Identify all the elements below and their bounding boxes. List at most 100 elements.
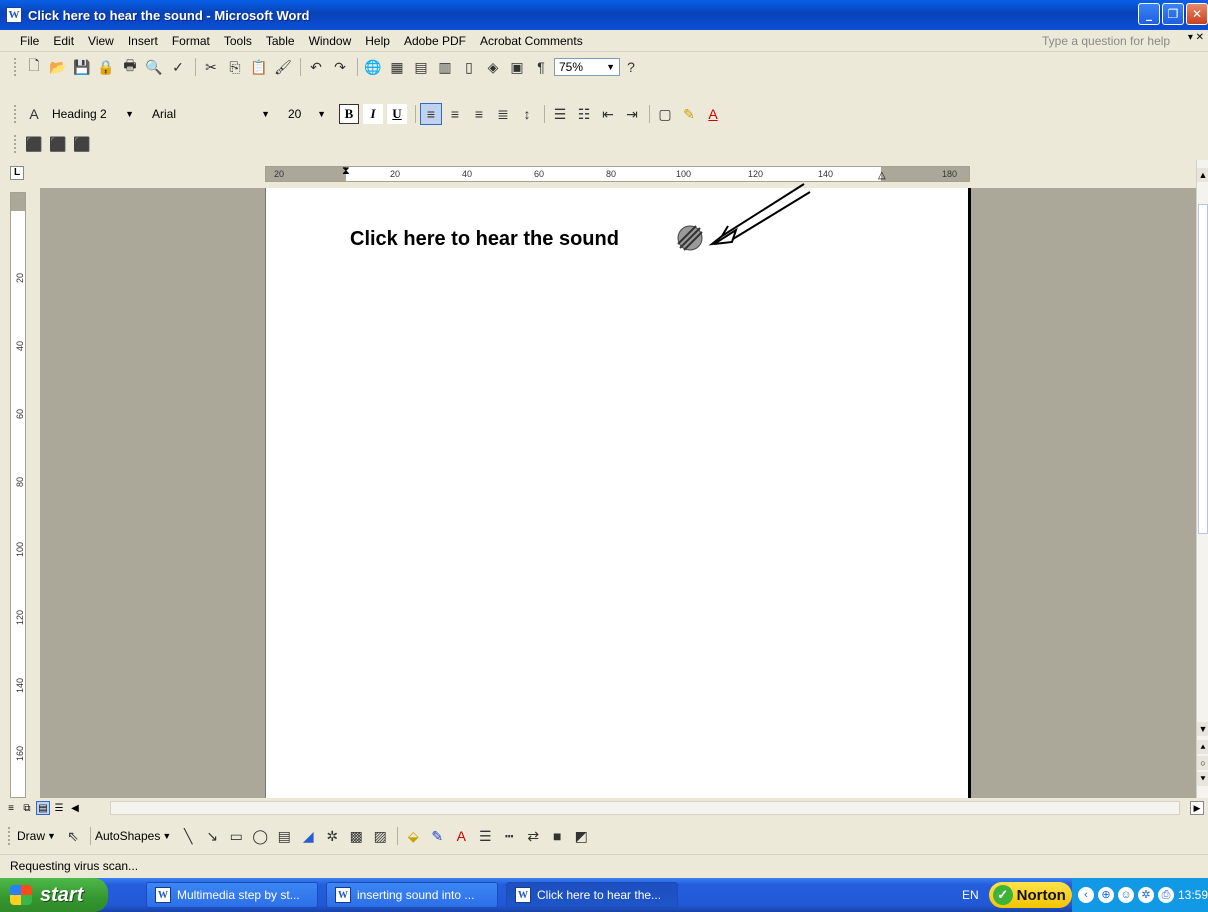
- print-preview-icon[interactable]: 🔍: [143, 56, 165, 78]
- print-layout-icon[interactable]: ▤: [36, 801, 50, 815]
- insert-excel-icon[interactable]: ▥: [434, 56, 456, 78]
- font-color-icon[interactable]: A: [450, 825, 472, 847]
- font-color-icon[interactable]: A: [702, 103, 724, 125]
- 3d-style-icon[interactable]: ◩: [570, 825, 592, 847]
- toolbar-grip[interactable]: [14, 135, 17, 153]
- align-left-icon[interactable]: ≡: [420, 103, 442, 125]
- update-icon[interactable]: ✲: [1137, 887, 1154, 903]
- spelling-icon[interactable]: ✓: [167, 56, 189, 78]
- toolbar-grip[interactable]: [14, 58, 17, 76]
- italic-button[interactable]: I: [363, 104, 383, 124]
- language-indicator[interactable]: EN: [962, 888, 979, 902]
- toolbar-grip[interactable]: [8, 827, 11, 845]
- columns-icon[interactable]: ▯: [458, 56, 480, 78]
- zoom-select[interactable]: 75% ▼: [554, 58, 620, 76]
- tab-selector-icon[interactable]: L: [10, 166, 24, 180]
- insert-picture-icon[interactable]: ▨: [369, 825, 391, 847]
- copy-icon[interactable]: ⎘: [224, 56, 246, 78]
- taskbar-item-inserting-sound[interactable]: W inserting sound into ...: [326, 882, 498, 908]
- select-browse-object-icon[interactable]: ○: [1197, 756, 1208, 770]
- menu-view[interactable]: View: [88, 34, 114, 48]
- tables-borders-icon[interactable]: ▦: [386, 56, 408, 78]
- menu-table[interactable]: Table: [266, 34, 295, 48]
- document-page[interactable]: Click here to hear the sound: [265, 183, 971, 798]
- toolbar-grip[interactable]: [14, 105, 17, 123]
- print-icon[interactable]: 🖶: [119, 56, 141, 78]
- convert-and-review-icon[interactable]: ⬛: [71, 133, 93, 155]
- format-painter-icon[interactable]: 🖌: [272, 56, 294, 78]
- menu-acrobat-comments[interactable]: Acrobat Comments: [480, 34, 583, 48]
- word-doc-icon[interactable]: W: [6, 7, 22, 23]
- justify-icon[interactable]: ≣: [492, 103, 514, 125]
- font-size-select[interactable]: 20 ▼: [283, 105, 331, 123]
- line-icon[interactable]: ╲: [177, 825, 199, 847]
- align-right-icon[interactable]: ≡: [468, 103, 490, 125]
- save-icon[interactable]: 💾: [71, 56, 93, 78]
- open-icon[interactable]: 📂: [47, 56, 69, 78]
- previous-page-icon[interactable]: ⯅: [1197, 740, 1208, 754]
- line-style-icon[interactable]: ☰: [474, 825, 496, 847]
- printer-icon[interactable]: ⎙: [1157, 887, 1174, 903]
- wordart-icon[interactable]: ◢: [297, 825, 319, 847]
- redo-icon[interactable]: ↷: [329, 56, 351, 78]
- clock[interactable]: 13:59: [1178, 888, 1208, 902]
- permission-icon[interactable]: 🔒: [95, 56, 117, 78]
- line-color-icon[interactable]: ✎: [426, 825, 448, 847]
- font-select[interactable]: Arial ▼: [147, 105, 275, 123]
- rectangle-icon[interactable]: ▭: [225, 825, 247, 847]
- decrease-indent-icon[interactable]: ⇤: [597, 103, 619, 125]
- menu-format[interactable]: Format: [172, 34, 210, 48]
- scroll-right-icon[interactable]: ▶: [1190, 801, 1204, 815]
- arrow-style-icon[interactable]: ⇄: [522, 825, 544, 847]
- cut-icon[interactable]: ✂: [200, 56, 222, 78]
- next-page-icon[interactable]: ⯆: [1197, 772, 1208, 786]
- select-objects-icon[interactable]: ⇖: [62, 825, 84, 847]
- bullets-icon[interactable]: ☷: [573, 103, 595, 125]
- dash-style-icon[interactable]: ┅: [498, 825, 520, 847]
- menu-help[interactable]: Help: [365, 34, 390, 48]
- menu-insert[interactable]: Insert: [128, 34, 158, 48]
- document-heading[interactable]: Click here to hear the sound: [350, 228, 619, 251]
- web-layout-icon[interactable]: ⧉: [20, 801, 34, 815]
- insert-table-icon[interactable]: ▤: [410, 56, 432, 78]
- oval-icon[interactable]: ◯: [249, 825, 271, 847]
- arrow-icon[interactable]: ↘: [201, 825, 223, 847]
- restore-icon[interactable]: ❐: [1162, 3, 1184, 25]
- highlight-icon[interactable]: ✎: [678, 103, 700, 125]
- right-indent-icon[interactable]: △: [878, 170, 886, 181]
- clip-art-icon[interactable]: ▩: [345, 825, 367, 847]
- hyperlink-icon[interactable]: 🌐: [362, 56, 384, 78]
- styles-formatting-icon[interactable]: A: [23, 103, 45, 125]
- scroll-thumb[interactable]: [1198, 204, 1208, 534]
- menu-adobe-pdf[interactable]: Adobe PDF: [404, 34, 466, 48]
- normal-view-icon[interactable]: ≡: [4, 801, 18, 815]
- taskbar-item-click-here[interactable]: W Click here to hear the...: [506, 882, 678, 908]
- diagram-icon[interactable]: ✲: [321, 825, 343, 847]
- outline-view-icon[interactable]: ☰: [52, 801, 66, 815]
- shadow-style-icon[interactable]: ■: [546, 825, 568, 847]
- scroll-left-icon[interactable]: ◀: [68, 801, 82, 815]
- menu-window[interactable]: Window: [309, 34, 352, 48]
- help-dropdown-icon[interactable]: ▾ ✕: [1188, 32, 1204, 43]
- line-spacing-icon[interactable]: ↕: [516, 103, 538, 125]
- style-select[interactable]: Heading 2 ▼: [47, 105, 139, 123]
- fill-color-icon[interactable]: ⬙: [402, 825, 424, 847]
- show-hide-icon[interactable]: ¶: [530, 56, 552, 78]
- drawing-icon[interactable]: ◈: [482, 56, 504, 78]
- norton-button[interactable]: ✓ Norton: [988, 882, 1072, 908]
- vertical-ruler[interactable]: 20 40 60 80 100 120 140 160: [10, 192, 26, 798]
- network-icon[interactable]: ⊕: [1097, 887, 1114, 903]
- vertical-scrollbar[interactable]: ▲ ▼ ⯅ ○ ⯆: [1196, 160, 1208, 798]
- increase-indent-icon[interactable]: ⇥: [621, 103, 643, 125]
- convert-to-pdf-icon[interactable]: ⬛: [23, 133, 45, 155]
- menu-edit[interactable]: Edit: [53, 34, 74, 48]
- borders-icon[interactable]: ▢: [654, 103, 676, 125]
- scroll-up-icon[interactable]: ▲: [1197, 168, 1208, 182]
- autoshapes-menu-button[interactable]: AutoShapes: [95, 829, 160, 843]
- draw-menu-button[interactable]: Draw: [17, 829, 45, 843]
- horizontal-scrollbar[interactable]: [110, 801, 1180, 815]
- paste-icon[interactable]: 📋: [248, 56, 270, 78]
- help-icon[interactable]: ?: [620, 56, 642, 78]
- align-center-icon[interactable]: ≡: [444, 103, 466, 125]
- messenger-icon[interactable]: ☺: [1117, 887, 1134, 903]
